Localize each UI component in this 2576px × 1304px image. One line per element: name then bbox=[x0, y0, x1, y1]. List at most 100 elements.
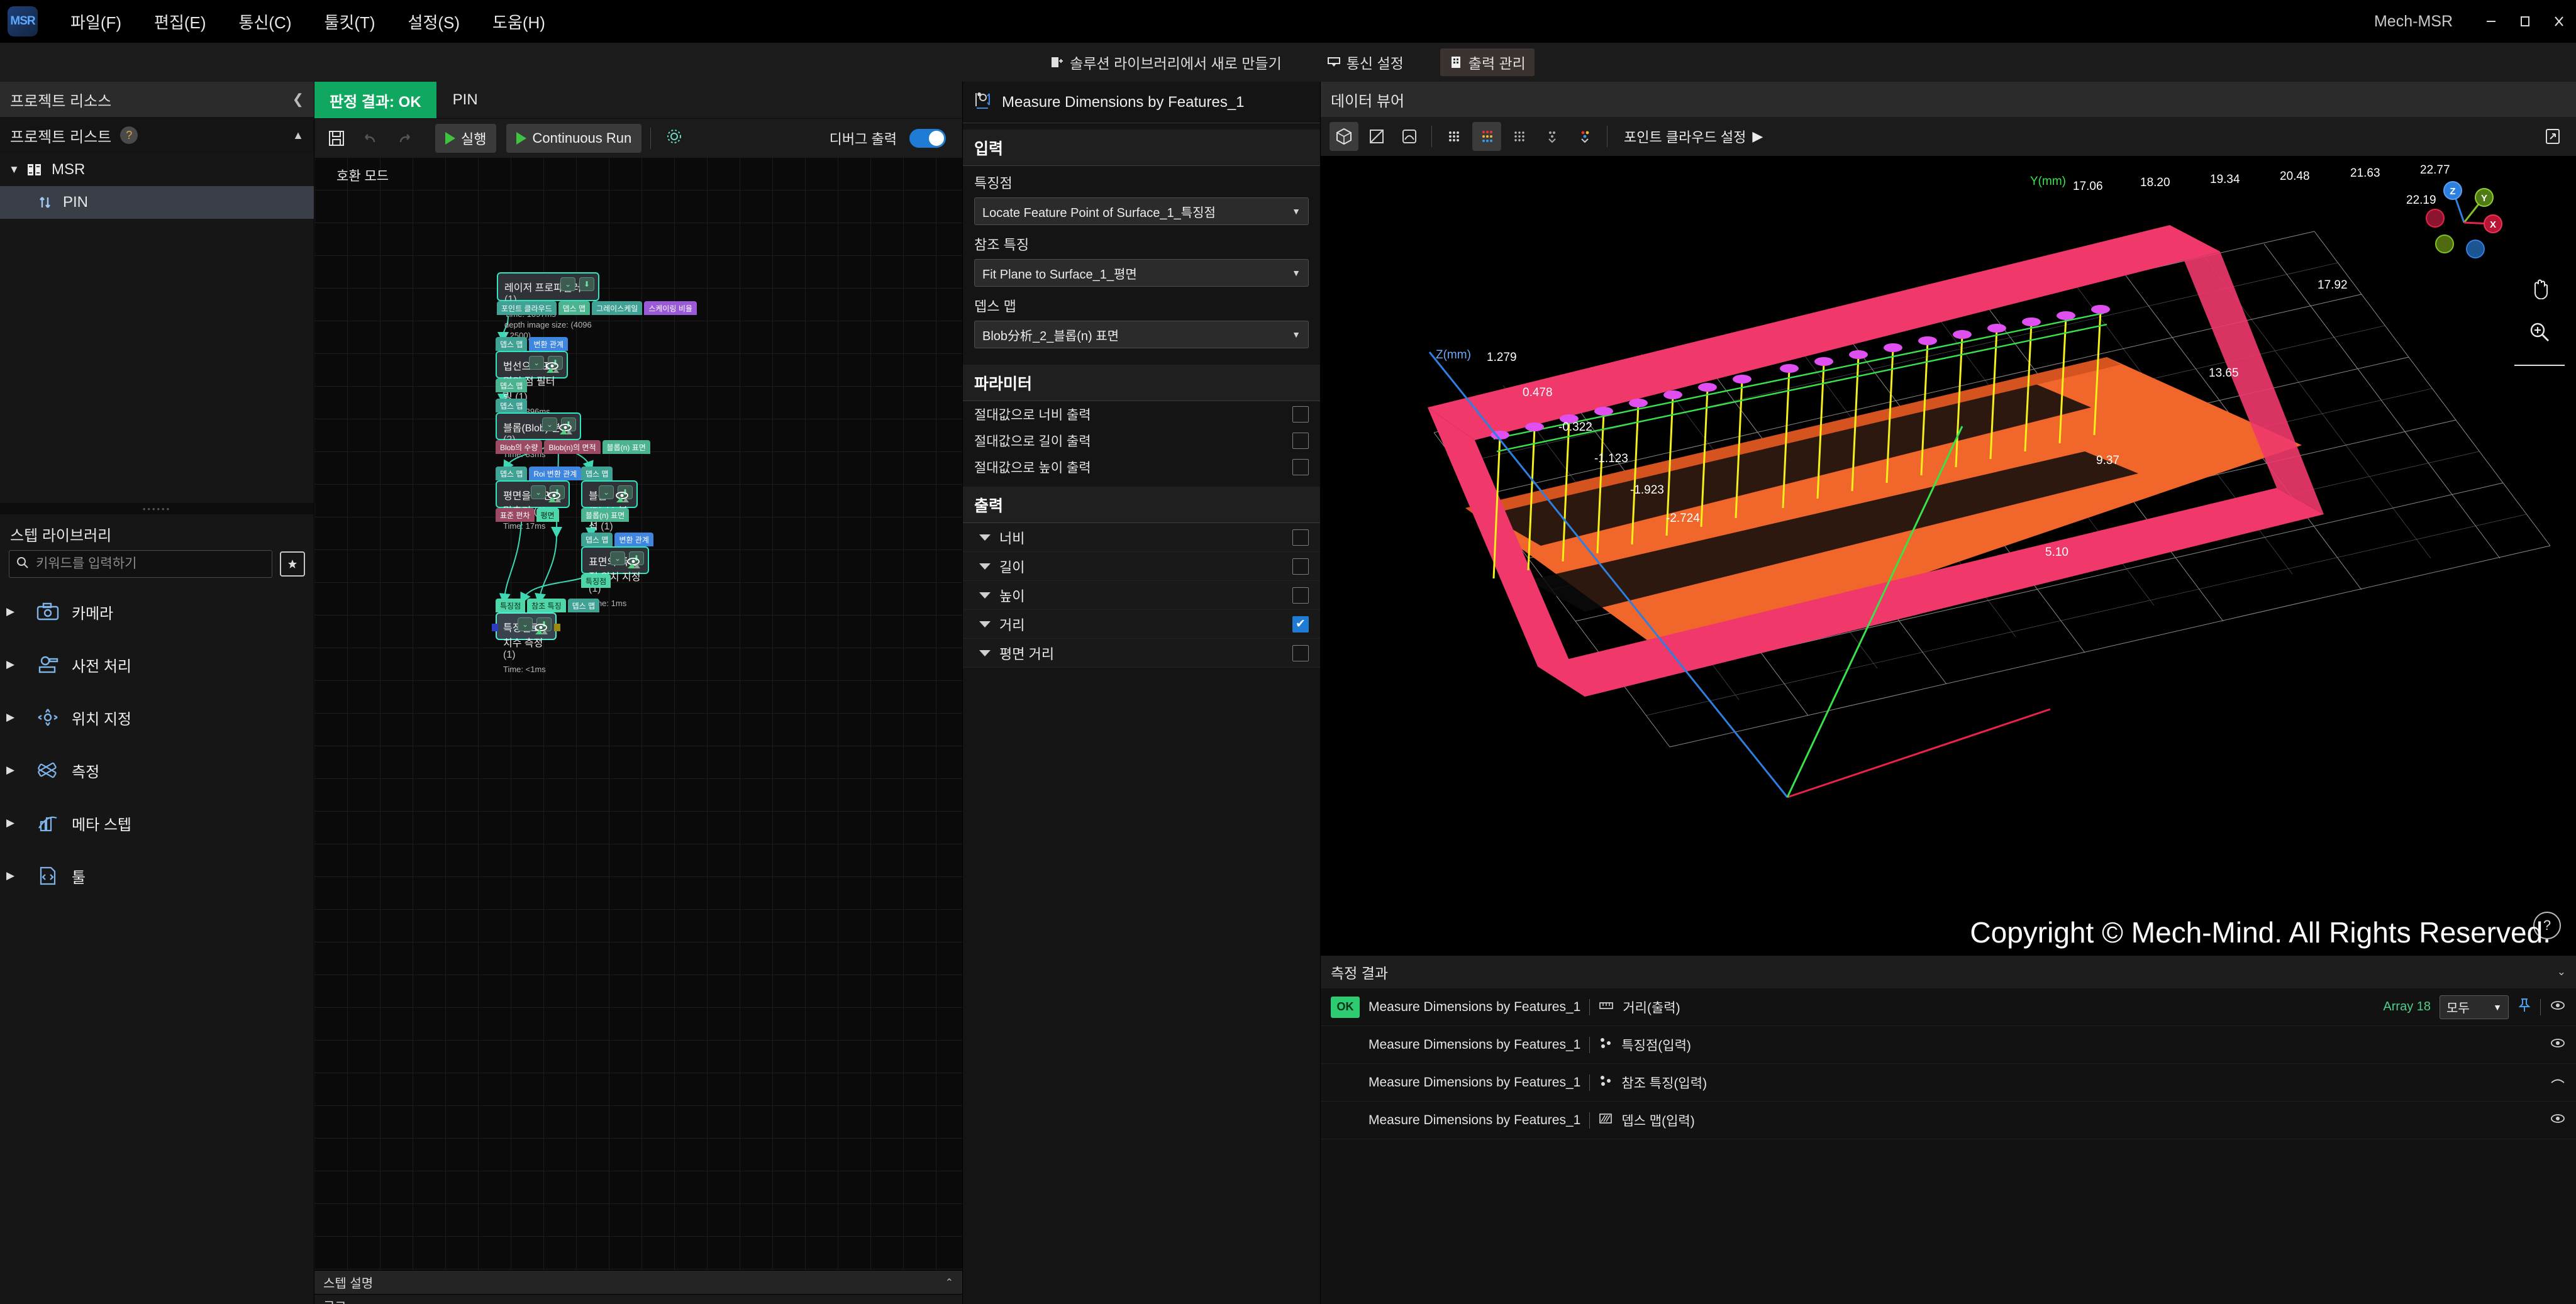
close-button[interactable] bbox=[2542, 0, 2576, 43]
port-plane[interactable]: 평면 bbox=[536, 508, 559, 522]
points-gray-icon[interactable] bbox=[1440, 122, 1468, 151]
node-locate-feature-point[interactable]: 뎁스 맵 변환 관계 표면의 특징점 위치 지정 (1) ⌄ ⬇ Time: 1… bbox=[581, 533, 653, 588]
step-description-bar[interactable]: 스텝 설명 ⌃ bbox=[314, 1270, 962, 1294]
point-cloud-scene[interactable]: Z(mm) 1.279 0.478 -0.322 -1.123 -1.923 -… bbox=[1321, 156, 2576, 956]
step-graph-canvas[interactable]: 호환 모드 레이저 bbox=[314, 157, 962, 1270]
judgement-result-tab[interactable]: 판정 결과: OK bbox=[314, 82, 436, 118]
table-row[interactable]: OK Measure Dimensions by Features_1 거리(출… bbox=[1321, 988, 2576, 1026]
chevron-right-icon[interactable]: ▶ bbox=[6, 764, 24, 776]
port-depth-map-in[interactable]: 뎁스 맵 bbox=[581, 533, 613, 546]
search-box[interactable] bbox=[9, 550, 272, 578]
menu-help[interactable]: 도움(H) bbox=[476, 6, 562, 37]
port-depth-map-in[interactable]: 뎁스 맵 bbox=[496, 337, 527, 351]
port-transform-in[interactable]: 변환 관계 bbox=[529, 337, 568, 351]
node-collapse-button[interactable]: ⌄ bbox=[599, 485, 614, 499]
chevron-down-icon[interactable]: ⌄ bbox=[2557, 966, 2566, 978]
port-blob-surface[interactable]: 블롭(n) 표면 bbox=[581, 508, 629, 522]
port-blob-area[interactable]: Blob(n)의 면적 bbox=[544, 440, 600, 454]
node-blob-analysis-1[interactable]: 뎁스 맵 블롭(Blob) 분석 (1) ⌄ ⬇ Time: 85ms 블롭(n… bbox=[581, 467, 638, 522]
port-transform-in[interactable]: 변환 관계 bbox=[614, 533, 653, 546]
node-handle-left[interactable] bbox=[492, 624, 498, 631]
communication-settings-button[interactable]: 통신 설정 bbox=[1318, 48, 1413, 76]
height-checkbox[interactable] bbox=[1292, 587, 1309, 604]
depth-map-select[interactable]: Blob分析_2_블롭(n) 표면 ▼ bbox=[974, 321, 1309, 348]
output-row-width[interactable]: 너비 bbox=[963, 523, 1320, 552]
visibility-eye-icon[interactable] bbox=[544, 361, 560, 373]
port-depth-map-out[interactable]: 뎁스 맵 bbox=[496, 378, 527, 392]
node-blob-analysis-2[interactable]: 뎁스 맵 블롭(Blob) 분석 (2) ⌄ ⬇ Time: 83ms Blob… bbox=[496, 399, 650, 454]
chevron-down-icon[interactable] bbox=[979, 621, 991, 627]
port-feature-point[interactable]: 특징점 bbox=[581, 574, 611, 588]
eye-off-icon[interactable] bbox=[2550, 1075, 2566, 1090]
visibility-eye-icon[interactable] bbox=[614, 490, 630, 503]
node-measure-dimensions-by-features[interactable]: 특징점 참조 특징 뎁스 맵 특징별로 치수 측정 (1) ⌄ ⬇ Time: … bbox=[496, 599, 599, 640]
points-multicolor-icon[interactable] bbox=[1570, 122, 1599, 151]
output-row-distance[interactable]: 거리 ✔ bbox=[963, 610, 1320, 639]
expand-icon[interactable] bbox=[2538, 122, 2567, 151]
result-filter-select[interactable]: 모두 ▼ bbox=[2440, 995, 2509, 1019]
menu-toolkit[interactable]: 툴킷(T) bbox=[308, 6, 391, 37]
library-category-locate[interactable]: ▶ 위치 지정 bbox=[0, 691, 314, 744]
chevron-right-icon[interactable]: ▶ bbox=[6, 605, 24, 618]
param-row-abs-height[interactable]: 절대값으로 높이 출력 bbox=[963, 454, 1320, 480]
port-depth-map[interactable]: 뎁스 맵 bbox=[558, 301, 590, 315]
port-std-deviation[interactable]: 표준 편차 bbox=[496, 508, 535, 522]
library-category-tool[interactable]: ▶ 툴 bbox=[0, 849, 314, 902]
zoom-in-icon[interactable] bbox=[2528, 320, 2551, 347]
param-row-abs-width[interactable]: 절대값으로 너비 출력 bbox=[963, 401, 1320, 428]
port-depth-map-in[interactable]: 뎁스 맵 bbox=[581, 467, 613, 480]
feature-point-select[interactable]: Locate Feature Point of Surface_1_특징점 ▼ bbox=[974, 197, 1309, 225]
tree-item-msr[interactable]: ▼ MSR bbox=[0, 153, 314, 186]
plane-distance-checkbox[interactable] bbox=[1292, 645, 1309, 661]
plane-view-icon[interactable] bbox=[1362, 122, 1391, 151]
port-point-cloud[interactable]: 포인트 클라우드 bbox=[497, 301, 557, 315]
cube-view-icon[interactable] bbox=[1330, 122, 1358, 151]
node-laser-profiler[interactable]: 레이저 프로파일러 (1) ⌄ ⬇ Time: 1097ms depth ima… bbox=[497, 272, 697, 315]
port-scaling-ratio[interactable]: 스케이링 비율 bbox=[644, 301, 697, 315]
project-tab-pin[interactable]: PIN bbox=[436, 82, 494, 118]
abs-height-checkbox[interactable] bbox=[1292, 459, 1309, 475]
port-feature-point-in[interactable]: 특징점 bbox=[496, 599, 525, 612]
node-collapse-button[interactable]: ⌄ bbox=[610, 551, 625, 565]
node-handle-right[interactable] bbox=[554, 624, 560, 631]
reference-feature-select[interactable]: Fit Plane to Surface_1_평면 ▼ bbox=[974, 259, 1309, 287]
pin-icon[interactable] bbox=[2518, 998, 2531, 1017]
chevron-up-icon[interactable]: ▲ bbox=[292, 129, 304, 142]
node-collapse-button[interactable]: ⌄ bbox=[560, 277, 575, 291]
undo-button[interactable] bbox=[356, 124, 385, 153]
library-category-camera[interactable]: ▶ 카메라 bbox=[0, 585, 314, 638]
menu-file[interactable]: 파일(F) bbox=[54, 6, 138, 37]
library-category-preprocess[interactable]: ▶ 사전 처리 bbox=[0, 638, 314, 691]
tree-item-pin[interactable]: PIN bbox=[0, 186, 314, 219]
chevron-right-icon[interactable]: ▶ bbox=[6, 711, 24, 724]
param-row-abs-length[interactable]: 절대값으로 길이 출력 bbox=[963, 428, 1320, 454]
chevron-down-icon[interactable] bbox=[979, 650, 991, 656]
curve-view-icon[interactable] bbox=[1395, 122, 1424, 151]
table-row[interactable]: Measure Dimensions by Features_1 뎁스 맵(입력… bbox=[1321, 1102, 2576, 1139]
run-button[interactable]: 실행 bbox=[435, 124, 496, 153]
favorites-button[interactable] bbox=[280, 551, 305, 577]
node-collapse-button[interactable]: ⌄ bbox=[542, 417, 557, 431]
abs-length-checkbox[interactable] bbox=[1292, 433, 1309, 449]
menu-settings[interactable]: 설정(S) bbox=[392, 6, 477, 37]
continuous-run-button[interactable]: Continuous Run bbox=[506, 124, 641, 153]
port-grayscale[interactable]: 그레이스케일 bbox=[592, 301, 642, 315]
chevron-down-icon[interactable] bbox=[979, 592, 991, 599]
point-cloud-settings-button[interactable]: 포인트 클라우드 설정 ▶ bbox=[1624, 126, 1763, 146]
chevron-right-icon[interactable]: ▶ bbox=[6, 870, 24, 882]
width-checkbox[interactable] bbox=[1292, 529, 1309, 546]
minimize-button[interactable] bbox=[2474, 0, 2508, 43]
save-button[interactable] bbox=[322, 124, 351, 153]
help-question-icon[interactable]: ? bbox=[120, 126, 138, 144]
node-fit-plane-to-surface[interactable]: 뎁스 맵 Roi 변환 관계 평면을 표면에 맞추기 (1) ⌄ ⬇ Time:… bbox=[496, 467, 581, 522]
run-settings-button[interactable] bbox=[660, 124, 689, 153]
output-management-button[interactable]: 출력 관리 bbox=[1440, 48, 1535, 76]
panel-splitter[interactable]: •••••• bbox=[0, 503, 314, 514]
log-bar[interactable]: 로그 bbox=[314, 1294, 962, 1304]
port-reference-feature-in[interactable]: 참조 특징 bbox=[527, 599, 566, 612]
table-row[interactable]: Measure Dimensions by Features_1 특징점(입력) bbox=[1321, 1026, 2576, 1064]
chevron-down-icon[interactable]: ▼ bbox=[9, 163, 25, 176]
node-collapse-button[interactable]: ⌄ bbox=[518, 617, 533, 631]
menu-communication[interactable]: 통신(C) bbox=[223, 6, 308, 37]
library-category-meta-step[interactable]: ▶ 메타 스텝 bbox=[0, 797, 314, 849]
